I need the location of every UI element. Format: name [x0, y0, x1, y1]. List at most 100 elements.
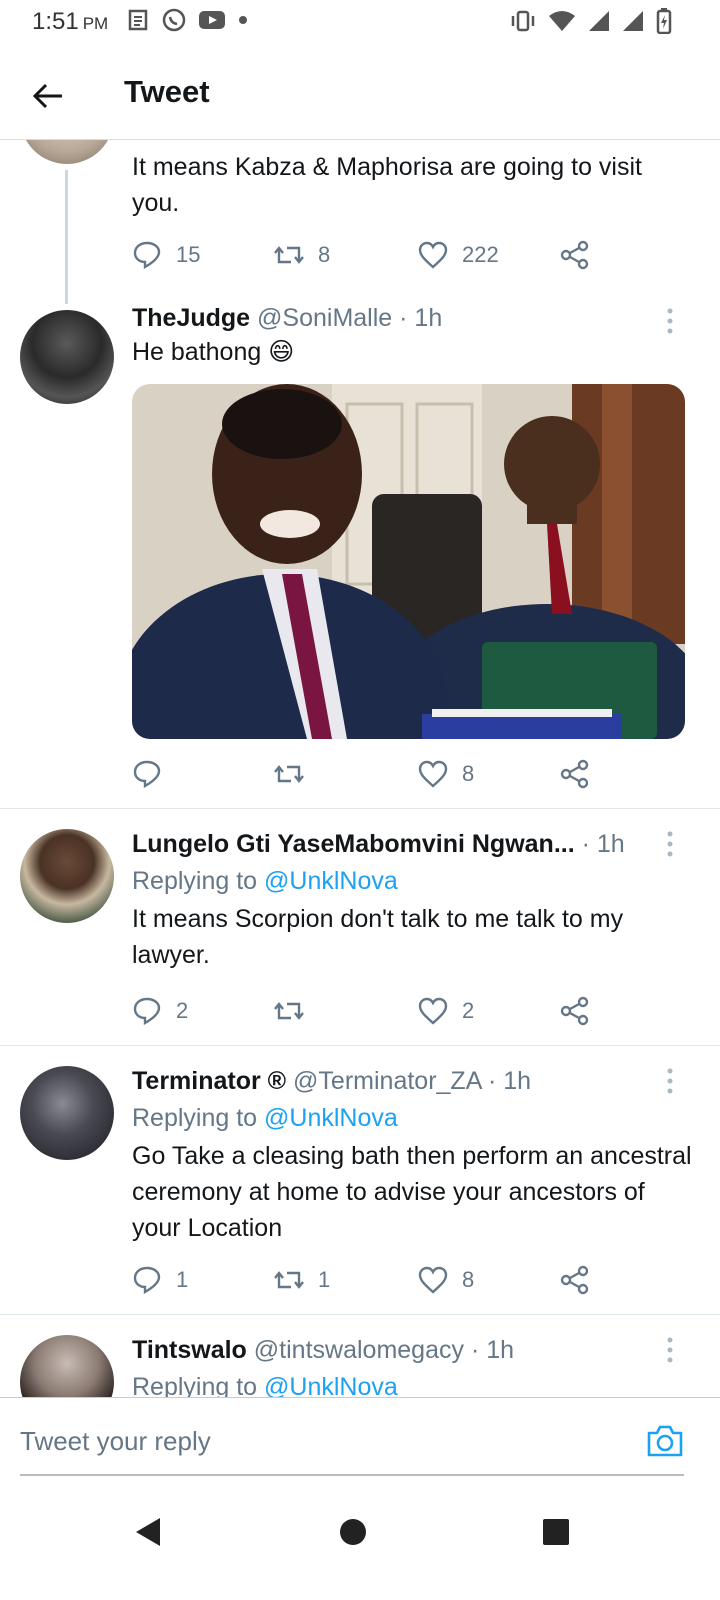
- more-vertical-icon[interactable]: [660, 306, 680, 336]
- reply-button[interactable]: 15: [132, 235, 200, 275]
- like-button[interactable]: 222: [418, 235, 499, 275]
- tweet-header: Lungelo Gti YaseMabomvini Ngwan... · 1h: [132, 828, 692, 860]
- tweet-actions: 8: [132, 754, 602, 794]
- mention-link[interactable]: @UnklNova: [264, 867, 398, 895]
- reply-button[interactable]: [132, 754, 176, 794]
- more-vertical-icon[interactable]: [660, 1066, 680, 1096]
- status-bar: 1:51 PM: [0, 0, 720, 50]
- tweet-actions: 15 8 222: [132, 235, 602, 275]
- reply-button[interactable]: 2: [132, 991, 188, 1031]
- battery-icon: [656, 8, 672, 34]
- avatar[interactable]: [20, 140, 114, 164]
- tweet[interactable]: TheJudge @SoniMalle · 1h He bathong 😄 8: [0, 298, 720, 808]
- user-name[interactable]: Tintswalo: [132, 1336, 247, 1364]
- app-bar: Tweet: [0, 50, 720, 140]
- replying-to: Replying to @UnklNova: [132, 1371, 692, 1397]
- share-icon: [560, 1265, 589, 1295]
- photo-image: [132, 384, 685, 739]
- share-icon: [560, 240, 589, 270]
- arrow-left-icon[interactable]: [28, 76, 68, 116]
- system-nav-bar: [0, 1480, 720, 1600]
- heart-icon: [418, 760, 448, 788]
- recents-square-icon[interactable]: [536, 1512, 576, 1552]
- back-triangle-icon[interactable]: [130, 1512, 170, 1552]
- heart-icon: [418, 997, 448, 1025]
- user-handle[interactable]: @SoniMalle: [257, 304, 392, 332]
- signal-icon: [623, 11, 643, 31]
- like-button[interactable]: 2: [418, 991, 474, 1031]
- reply-icon: [133, 1266, 161, 1295]
- tweet-time: · 1h: [487, 1067, 532, 1095]
- tweet-text: It means Scorpion don't talk to me talk …: [132, 905, 624, 969]
- tweet[interactable]: Tintswalo @tintswalomegacy · 1h Replying…: [0, 1315, 720, 1397]
- more-vertical-icon[interactable]: [660, 1335, 680, 1365]
- signal-icon: [589, 11, 609, 31]
- tweet-time: · 1h: [470, 1336, 515, 1364]
- tweet-text: Go Take a cleasing bath then perform an …: [132, 1142, 692, 1242]
- vibrate-icon: [511, 10, 535, 32]
- tweet-header: TheJudge @SoniMalle · 1h: [132, 302, 692, 334]
- reply-button[interactable]: 1: [132, 1260, 188, 1300]
- avatar[interactable]: [20, 1066, 114, 1160]
- tweet-actions: 1 1 8: [132, 1260, 602, 1300]
- share-icon: [560, 759, 589, 789]
- page-title: Tweet: [124, 74, 210, 109]
- mention-link[interactable]: @UnklNova: [264, 1373, 398, 1397]
- user-handle[interactable]: @Terminator_ZA: [293, 1067, 481, 1095]
- reply-input[interactable]: Tweet your reply: [20, 1398, 684, 1476]
- tweet-text: He bathong 😄: [132, 338, 295, 366]
- user-name[interactable]: Terminator ®: [132, 1067, 286, 1095]
- more-vertical-icon[interactable]: [660, 829, 680, 859]
- camera-icon[interactable]: [646, 1424, 684, 1458]
- tweet-time: · 1h: [581, 830, 625, 858]
- tweet-time: · 1h: [399, 304, 443, 332]
- reply-icon: [133, 241, 161, 270]
- tweet[interactable]: It means Kabza & Maphorisa are going to …: [0, 140, 720, 304]
- user-name[interactable]: TheJudge: [132, 304, 250, 332]
- tweet[interactable]: Terminator ® @Terminator_ZA · 1h Replyin…: [0, 1046, 720, 1314]
- avatar[interactable]: [20, 829, 114, 923]
- like-button[interactable]: 8: [418, 754, 474, 794]
- whatsapp-icon: [162, 8, 186, 32]
- share-button[interactable]: [560, 754, 590, 794]
- replying-to: Replying to @UnklNova: [132, 1104, 398, 1132]
- avatar[interactable]: [20, 310, 114, 404]
- status-time: 1:51 PM: [32, 8, 109, 35]
- retweet-icon: [274, 1271, 304, 1289]
- retweet-button[interactable]: [274, 991, 318, 1031]
- heart-icon: [418, 241, 448, 269]
- home-circle-icon[interactable]: [333, 1512, 373, 1552]
- tweet-feed[interactable]: It means Kabza & Maphorisa are going to …: [0, 140, 720, 1397]
- share-button[interactable]: [560, 1260, 590, 1300]
- retweet-icon: [274, 1002, 304, 1020]
- thread-line: [65, 170, 68, 304]
- reply-composer: Tweet your reply: [0, 1397, 720, 1477]
- wifi-icon: [549, 11, 575, 31]
- replying-to: Replying to @UnklNova: [132, 867, 398, 895]
- youtube-icon: [199, 11, 225, 29]
- mention-link[interactable]: @UnklNova: [264, 1104, 398, 1132]
- heart-icon: [418, 1266, 448, 1294]
- tweet-header: Terminator ® @Terminator_ZA · 1h: [132, 1065, 692, 1097]
- tweet-header: Tintswalo @tintswalomegacy · 1h: [132, 1334, 692, 1366]
- dot-icon: [239, 16, 247, 24]
- share-button[interactable]: [560, 991, 590, 1031]
- like-button[interactable]: 8: [418, 1260, 474, 1300]
- tweet-text: It means Kabza & Maphorisa are going to …: [132, 153, 642, 217]
- tweet-actions: 2 2: [132, 991, 602, 1031]
- share-button[interactable]: [560, 235, 590, 275]
- retweet-icon: [274, 765, 304, 783]
- news-icon: [128, 9, 148, 31]
- retweet-icon: [274, 246, 304, 264]
- tweet[interactable]: Lungelo Gti YaseMabomvini Ngwan... · 1h …: [0, 809, 720, 1045]
- avatar[interactable]: [20, 1335, 114, 1397]
- user-handle[interactable]: @tintswalomegacy: [254, 1336, 464, 1364]
- tweet-photo[interactable]: [132, 384, 685, 739]
- user-name[interactable]: Lungelo Gti YaseMabomvini Ngwan...: [132, 830, 575, 858]
- retweet-button[interactable]: [274, 754, 318, 794]
- retweet-button[interactable]: 1: [274, 1260, 330, 1300]
- retweet-button[interactable]: 8: [274, 235, 330, 275]
- share-icon: [560, 996, 589, 1026]
- reply-icon: [133, 997, 161, 1026]
- reply-icon: [133, 760, 161, 789]
